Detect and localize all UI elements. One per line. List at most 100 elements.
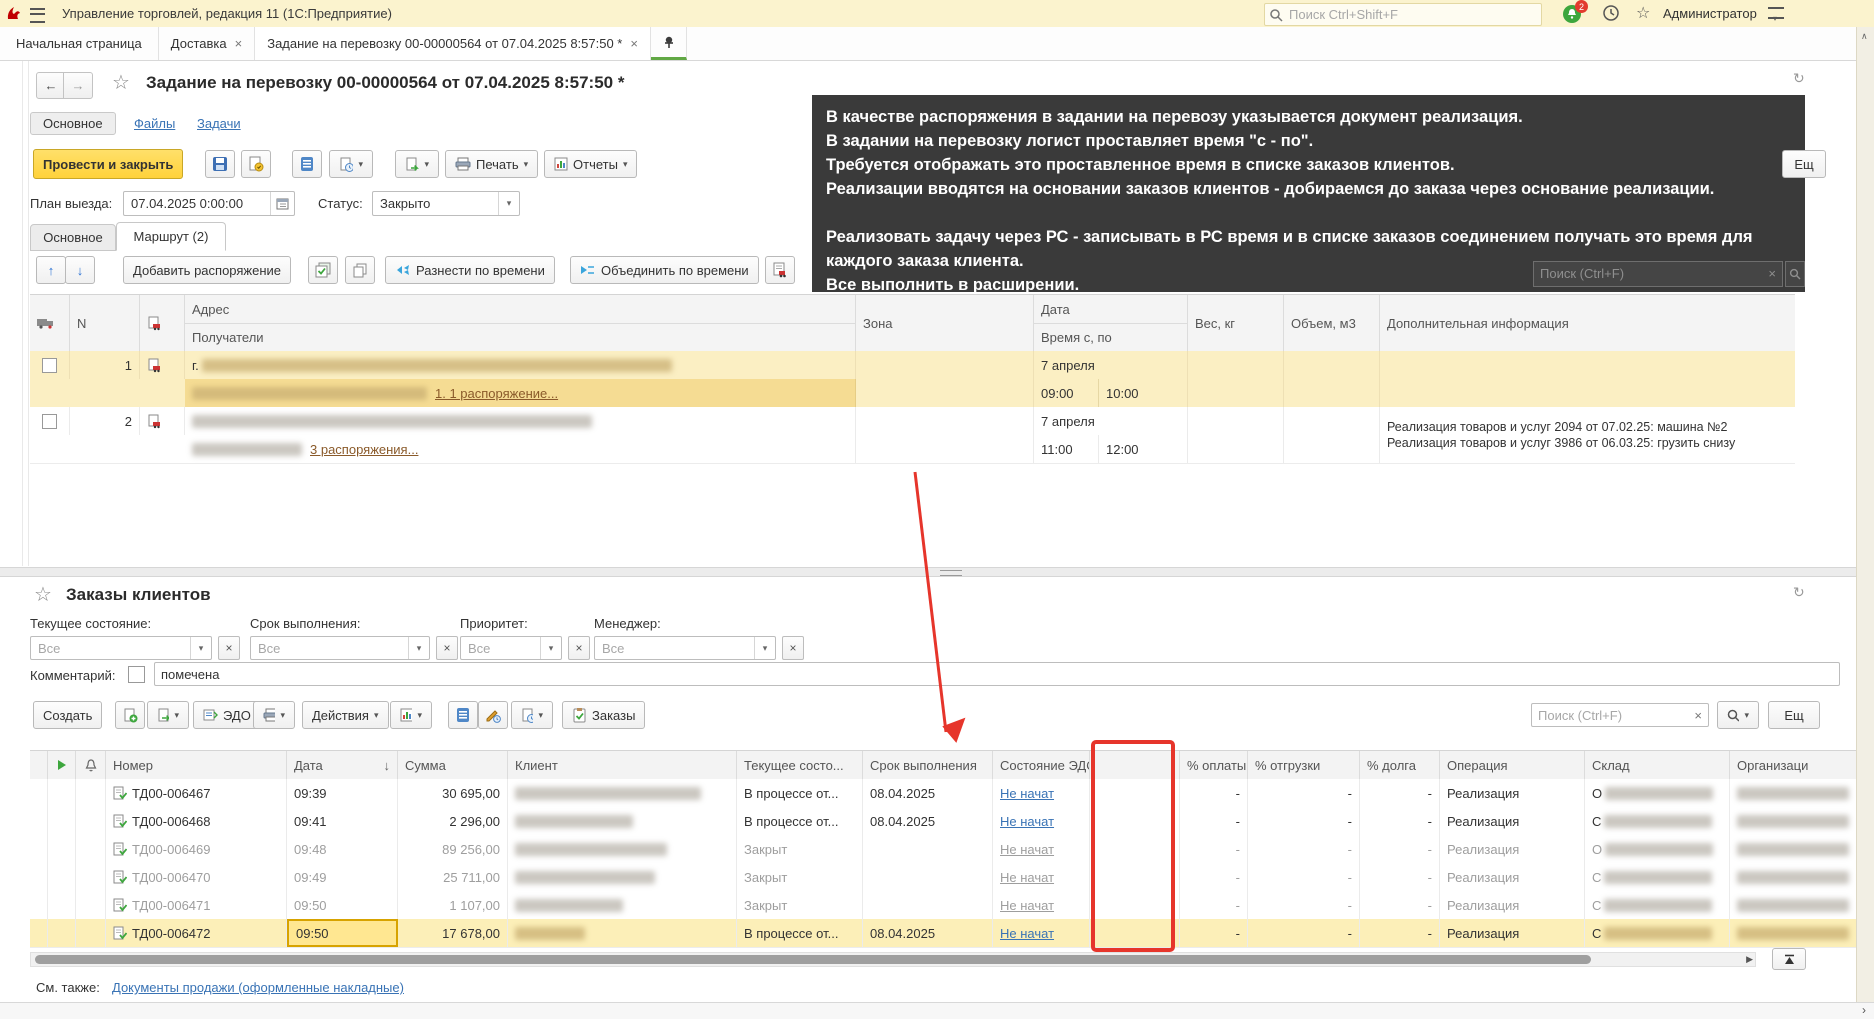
row-checkbox[interactable] bbox=[42, 358, 57, 373]
main-menu-icon[interactable] bbox=[30, 8, 45, 23]
filter-priority-select[interactable]: Все▾ bbox=[460, 636, 562, 660]
orders-mode-button[interactable]: Заказы bbox=[562, 701, 645, 729]
page-tab-route[interactable]: Маршрут (2) bbox=[116, 222, 226, 251]
hscroll-right-icon[interactable]: ▶ bbox=[1746, 954, 1753, 965]
filter-state-select[interactable]: Все▾ bbox=[30, 636, 212, 660]
see-also-link[interactable]: Документы продажи (оформленные накладные… bbox=[112, 980, 404, 995]
route-search-button[interactable] bbox=[1785, 261, 1805, 287]
print-button[interactable]: Печать▾ bbox=[445, 150, 538, 178]
orders-search-button[interactable]: ▾ bbox=[1717, 701, 1759, 729]
chevron-down-icon[interactable]: ▾ bbox=[408, 637, 429, 659]
orders-link[interactable]: 3 распоряжения... bbox=[310, 442, 418, 457]
doc-refresh-icon[interactable]: ↻ bbox=[1793, 70, 1805, 87]
tab-task[interactable]: Задание на перевозку 00-00000564 от 07.0… bbox=[255, 27, 651, 60]
col-due-header[interactable]: Срок выполнения bbox=[863, 751, 993, 779]
doc-schedule-button[interactable]: ▾ bbox=[329, 150, 373, 178]
tab-delivery[interactable]: Доставка× bbox=[159, 27, 255, 60]
col-zone-header[interactable]: Зона bbox=[856, 295, 1034, 351]
create-button[interactable]: Создать bbox=[33, 701, 102, 729]
reports-button[interactable]: Отчеты▾ bbox=[544, 150, 637, 178]
plan-date-input[interactable]: 07.04.2025 0:00:00 bbox=[123, 191, 295, 216]
copy-doc-button[interactable]: ▾ bbox=[147, 701, 189, 729]
orders-table-row[interactable]: ТД00-00646709:3930 695,00В процессе от..… bbox=[30, 779, 1858, 808]
edo-state-link[interactable]: Не начат bbox=[1000, 926, 1054, 941]
route-row-2[interactable]: 2 3 распоряжения... 7 апреля 11:00 12:00… bbox=[30, 407, 1795, 464]
expand-right-icon[interactable]: › bbox=[1862, 1003, 1866, 1017]
scroll-up-icon[interactable]: ∧ bbox=[1861, 31, 1868, 42]
global-search-input[interactable] bbox=[1287, 6, 1541, 23]
col-current-header[interactable] bbox=[48, 751, 76, 779]
copy-button[interactable] bbox=[345, 256, 375, 284]
favorites-star-icon[interactable]: ☆ bbox=[1636, 3, 1650, 23]
route-row-1[interactable]: 1 г. 1. 1 распоряжение... 7 апреля 09:00… bbox=[30, 351, 1795, 408]
move-up-button[interactable]: ↑ bbox=[36, 256, 66, 284]
edo-state-link[interactable]: Не начат bbox=[1000, 842, 1054, 857]
filter-due-select[interactable]: Все▾ bbox=[250, 636, 430, 660]
create-based-button[interactable]: ▾ bbox=[395, 150, 439, 178]
col-number-header[interactable]: Номер bbox=[106, 751, 287, 779]
orders-hscrollbar[interactable]: ▶ bbox=[30, 952, 1756, 967]
new-doc-button[interactable] bbox=[115, 701, 145, 729]
close-icon[interactable]: × bbox=[630, 36, 638, 51]
col-address-header[interactable]: Адрес bbox=[185, 295, 856, 323]
user-name[interactable]: Администратор bbox=[1663, 6, 1757, 21]
orders-table-row[interactable]: ТД00-00647009:4925 711,00ЗакрытНе начат-… bbox=[30, 863, 1858, 892]
col-client-header[interactable]: Клиент bbox=[508, 751, 737, 779]
edo-state-link[interactable]: Не начат bbox=[1000, 786, 1054, 801]
edit-schedule-button[interactable] bbox=[478, 701, 508, 729]
post-close-button[interactable]: Провести и закрыть bbox=[33, 149, 183, 179]
col-recipients-header[interactable]: Получатели bbox=[185, 323, 856, 351]
tab-home[interactable]: Начальная страница bbox=[0, 27, 159, 60]
move-down-button[interactable]: ↓ bbox=[65, 256, 95, 284]
col-warehouse-header[interactable]: Склад bbox=[1585, 751, 1730, 779]
history-icon[interactable] bbox=[1603, 5, 1620, 22]
filter-manager-select[interactable]: Все▾ bbox=[594, 636, 776, 660]
comment-checkbox[interactable] bbox=[128, 666, 145, 683]
add-order-button[interactable]: Добавить распоряжение bbox=[123, 256, 291, 284]
col-info-header[interactable]: Дополнительная информация bbox=[1380, 295, 1795, 351]
close-icon[interactable]: × bbox=[235, 36, 243, 51]
col-n-header[interactable]: N bbox=[70, 295, 140, 351]
doc-navtab-files[interactable]: Файлы bbox=[134, 116, 175, 131]
orders-search[interactable]: × bbox=[1531, 703, 1709, 727]
chevron-down-icon[interactable]: ▾ bbox=[540, 637, 561, 659]
filter-due-clear-button[interactable]: × bbox=[436, 636, 458, 660]
doc-navtab-tasks[interactable]: Задачи bbox=[197, 116, 241, 131]
edo-state-link[interactable]: Не начат bbox=[1000, 870, 1054, 885]
filter-priority-clear-button[interactable]: × bbox=[568, 636, 590, 660]
doc-favorite-star-icon[interactable]: ☆ bbox=[112, 70, 130, 95]
chevron-down-icon[interactable]: ▾ bbox=[190, 637, 211, 659]
orders-list-button[interactable] bbox=[448, 701, 478, 729]
orders-table-row[interactable]: ТД00-00646809:412 296,00В процессе от...… bbox=[30, 807, 1858, 836]
col-ship-header[interactable]: % отгрузки bbox=[1248, 751, 1360, 779]
scroll-to-end-button[interactable] bbox=[1772, 948, 1806, 970]
filter-state-clear-button[interactable]: × bbox=[218, 636, 240, 660]
calendar-button[interactable] bbox=[270, 192, 294, 215]
orders-print-button[interactable]: ▾ bbox=[253, 701, 295, 729]
orders-link[interactable]: 1. 1 распоряжение... bbox=[435, 386, 558, 401]
orders-favorite-star-icon[interactable]: ☆ bbox=[34, 582, 52, 607]
status-select[interactable]: Закрыто ▾ bbox=[372, 191, 520, 216]
orders-table-row[interactable]: ТД00-00647109:501 107,00ЗакрытНе начат--… bbox=[30, 891, 1858, 920]
spread-by-time-button[interactable]: Разнести по времени bbox=[385, 256, 555, 284]
doc-navtab-main[interactable]: Основное bbox=[30, 112, 116, 135]
col-volume-header[interactable]: Объем, м3 bbox=[1284, 295, 1380, 351]
col-pay-header[interactable]: % оплаты bbox=[1180, 751, 1248, 779]
orders-table-row[interactable]: ТД00-00646909:4889 256,00ЗакрытНе начат-… bbox=[30, 835, 1858, 864]
col-date-header[interactable]: Дата↓ bbox=[287, 751, 398, 779]
col-sum-header[interactable]: Сумма bbox=[398, 751, 508, 779]
close-icon[interactable]: × bbox=[1688, 708, 1708, 723]
col-truck-header[interactable] bbox=[30, 295, 70, 351]
col-weight-header[interactable]: Вес, кг bbox=[1188, 295, 1284, 351]
col-operation-header[interactable]: Операция bbox=[1440, 751, 1585, 779]
global-search[interactable] bbox=[1264, 3, 1542, 26]
col-state-header[interactable]: Текущее состо... bbox=[737, 751, 863, 779]
hscroll-thumb[interactable] bbox=[35, 955, 1591, 964]
orders-more-button[interactable]: Ещ bbox=[1768, 701, 1820, 729]
merge-by-time-button[interactable]: Объединить по времени bbox=[570, 256, 759, 284]
route-search[interactable]: Поиск (Ctrl+F) × bbox=[1533, 261, 1783, 287]
chevron-down-icon[interactable]: ▾ bbox=[498, 192, 519, 215]
col-edo-header[interactable]: Состояние ЭДО bbox=[993, 751, 1090, 779]
col-reminder-header[interactable] bbox=[76, 751, 106, 779]
list-view-button[interactable] bbox=[292, 150, 322, 178]
